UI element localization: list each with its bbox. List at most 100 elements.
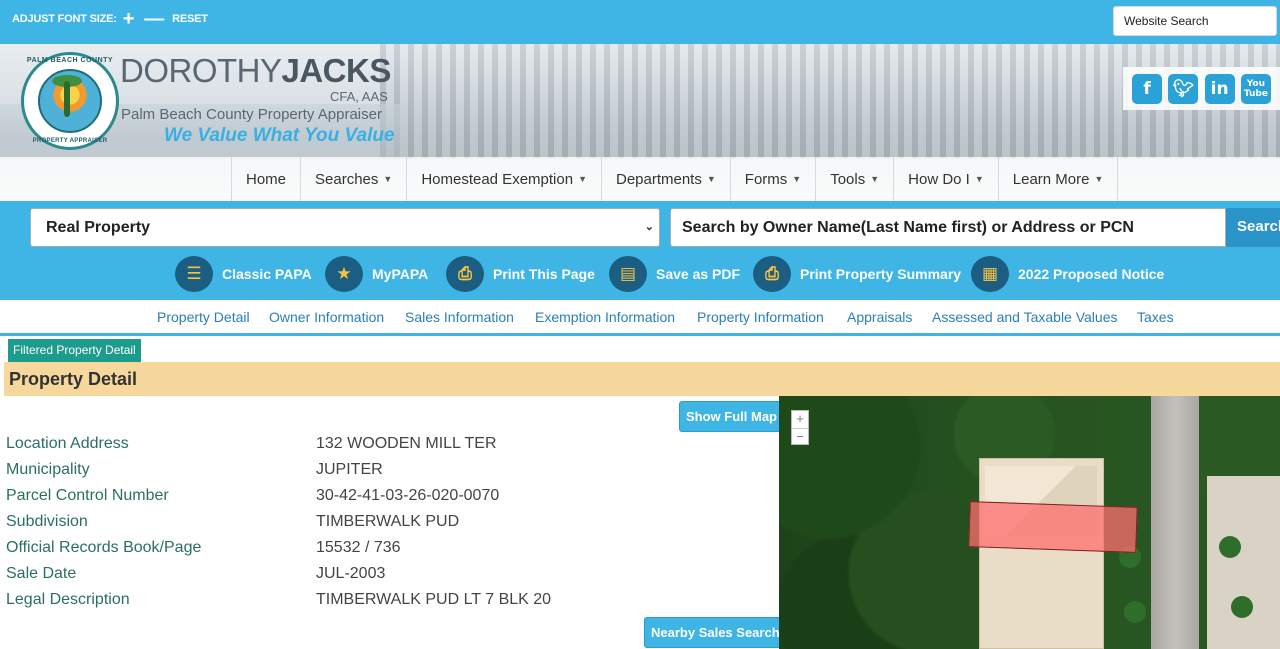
print-summary-link[interactable]: ⎙ Print Property Summary (753, 256, 961, 292)
tab-appraisals[interactable]: Appraisals (847, 309, 912, 325)
property-detail-panel: Show Full Map Location Address 132 WOODE… (4, 396, 787, 649)
nav-learn-more-label: Learn More (1012, 170, 1090, 188)
search-category-select[interactable]: Real Property ⌄ (30, 208, 660, 247)
reset-font-button[interactable]: RESET (172, 13, 208, 25)
street (1151, 396, 1199, 649)
municipality-value: JUPITER (316, 461, 383, 478)
nav-homestead-exemption[interactable]: Homestead Exemption ▼ (406, 157, 601, 201)
subdivision-label: Subdivision (6, 513, 88, 530)
font-size-controls: ADJUST FONT SIZE: + — RESET (12, 9, 208, 29)
nav-tools-label: Tools (830, 170, 866, 188)
tool-links: ☰ Classic PAPA ★ MyPAPA ⎙ Print This Pag… (0, 256, 1280, 294)
classic-papa-label: Classic PAPA (222, 266, 312, 282)
printer-icon: ⎙ (753, 256, 791, 292)
official-records-label: Official Records Book/Page (6, 539, 202, 556)
appraiser-credentials: CFA, AAS (330, 89, 388, 104)
nav-forms[interactable]: Forms ▼ (729, 157, 815, 201)
print-page-label: Print This Page (493, 266, 595, 282)
website-search-input[interactable]: Website Search (1113, 6, 1277, 36)
classic-papa-link[interactable]: ☰ Classic PAPA (175, 256, 312, 292)
municipality-label: Municipality (6, 461, 90, 478)
proposed-notice-label: 2022 Proposed Notice (1018, 266, 1165, 282)
font-size-label: ADJUST FONT SIZE: (12, 13, 117, 25)
seal-top-text: PALM BEACH COUNTY (26, 57, 114, 64)
social-links: f 🐦︎ in You Tube (1123, 67, 1280, 110)
caret-down-icon: ▼ (870, 174, 880, 184)
tab-assessed-taxable-values[interactable]: Assessed and Taxable Values (932, 309, 1118, 325)
aerial-map[interactable]: + − (779, 396, 1280, 649)
tagline: We Value What You Value (164, 125, 395, 146)
tab-owner-information[interactable]: Owner Information (269, 309, 384, 325)
parcel-control-number-value: 30-42-41-03-26-020-0070 (316, 487, 500, 504)
selected-parcel-outline[interactable] (968, 501, 1138, 553)
property-detail-header: Property Detail (4, 362, 1280, 396)
zoom-out-button[interactable]: − (792, 428, 808, 445)
filtered-property-detail-button[interactable]: Filtered Property Detail (8, 339, 141, 362)
appraiser-name[interactable]: DOROTHYJACKS (120, 54, 391, 88)
location-address-value: 132 WOODEN MILL TER (316, 435, 497, 452)
location-address-label: Location Address (6, 435, 129, 452)
caret-down-icon: ▼ (578, 174, 587, 184)
official-records-value: 15532 / 736 (316, 539, 401, 556)
caret-down-icon: ▼ (383, 174, 393, 184)
sale-date-value: JUL-2003 (316, 565, 386, 582)
name-first: DOROTHY (120, 52, 282, 89)
search-category-value: Real Property (46, 219, 151, 236)
nav-how-do-i-label: How Do I (908, 170, 970, 188)
increase-font-button[interactable]: + (123, 9, 135, 29)
nav-home-label: Home (246, 170, 287, 188)
map-zoom-control: + − (791, 410, 809, 445)
pdf-icon: ▤ (609, 256, 647, 292)
facebook-icon[interactable]: f (1132, 73, 1163, 104)
print-summary-label: Print Property Summary (800, 266, 962, 282)
section-title: Property Detail (9, 369, 138, 389)
mypapa-link[interactable]: ★ MyPAPA (325, 256, 428, 292)
top-bar: ADJUST FONT SIZE: + — RESET Website Sear… (0, 0, 1280, 44)
tab-property-detail[interactable]: Property Detail (157, 309, 250, 325)
tab-sales-information[interactable]: Sales Information (405, 309, 514, 325)
zoom-in-button[interactable]: + (792, 411, 808, 428)
sale-date-label: Sale Date (6, 565, 77, 582)
search-button[interactable]: Search (1226, 208, 1280, 247)
mypapa-label: MyPAPA (372, 266, 429, 282)
nav-searches[interactable]: Searches ▼ (300, 157, 406, 201)
linkedin-icon[interactable]: in (1204, 73, 1235, 104)
parcel-control-number-label: Parcel Control Number (6, 487, 169, 504)
tab-property-information[interactable]: Property Information (697, 309, 824, 325)
caret-down-icon: ▼ (706, 174, 716, 184)
youtube-icon[interactable]: You Tube (1240, 73, 1271, 104)
neighbor-lot (1207, 476, 1280, 649)
proposed-notice-link[interactable]: ▦ 2022 Proposed Notice (971, 256, 1164, 292)
property-search-input[interactable]: Search by Owner Name(Last Name first) or… (670, 208, 1226, 247)
caret-down-icon: ▼ (974, 174, 984, 184)
seal-bottom-text: PROPERTY APPRAISER (32, 138, 108, 144)
chevron-down-icon: ⌄ (644, 221, 654, 233)
save-pdf-link[interactable]: ▤ Save as PDF (609, 256, 740, 292)
nav-departments-label: Departments (615, 170, 702, 188)
save-pdf-label: Save as PDF (656, 266, 741, 282)
nav-how-do-i[interactable]: How Do I ▼ (893, 157, 998, 201)
nav-searches-label: Searches (315, 170, 379, 188)
printer-icon: ⎙ (446, 256, 484, 292)
legal-description-label: Legal Description (6, 591, 130, 608)
search-panel: Real Property ⌄ Search by Owner Name(Las… (0, 201, 1280, 300)
nearby-sales-search-button[interactable]: Nearby Sales Search (644, 617, 787, 648)
caret-down-icon: ▼ (1094, 174, 1104, 184)
twitter-icon[interactable]: 🐦︎ (1168, 73, 1199, 104)
nav-learn-more[interactable]: Learn More ▼ (997, 157, 1119, 201)
section-tabs: Property Detail Owner Information Sales … (0, 300, 1280, 336)
list-icon: ☰ (175, 256, 213, 292)
palm-tree (1231, 596, 1253, 618)
nav-home[interactable]: Home (231, 157, 300, 201)
document-icon: ▦ (971, 256, 1009, 292)
nav-tools[interactable]: Tools ▼ (815, 157, 893, 201)
tab-taxes[interactable]: Taxes (1137, 309, 1174, 325)
palm-trunk-icon (64, 81, 70, 117)
county-seal-logo[interactable]: PALM BEACH COUNTY PROPERTY APPRAISER (21, 52, 119, 150)
tab-exemption-information[interactable]: Exemption Information (535, 309, 675, 325)
decrease-font-button[interactable]: — (144, 9, 164, 29)
print-page-link[interactable]: ⎙ Print This Page (446, 256, 595, 292)
show-full-map-button[interactable]: Show Full Map (679, 401, 784, 432)
nav-forms-label: Forms (744, 170, 788, 188)
nav-departments[interactable]: Departments ▼ (600, 157, 730, 201)
